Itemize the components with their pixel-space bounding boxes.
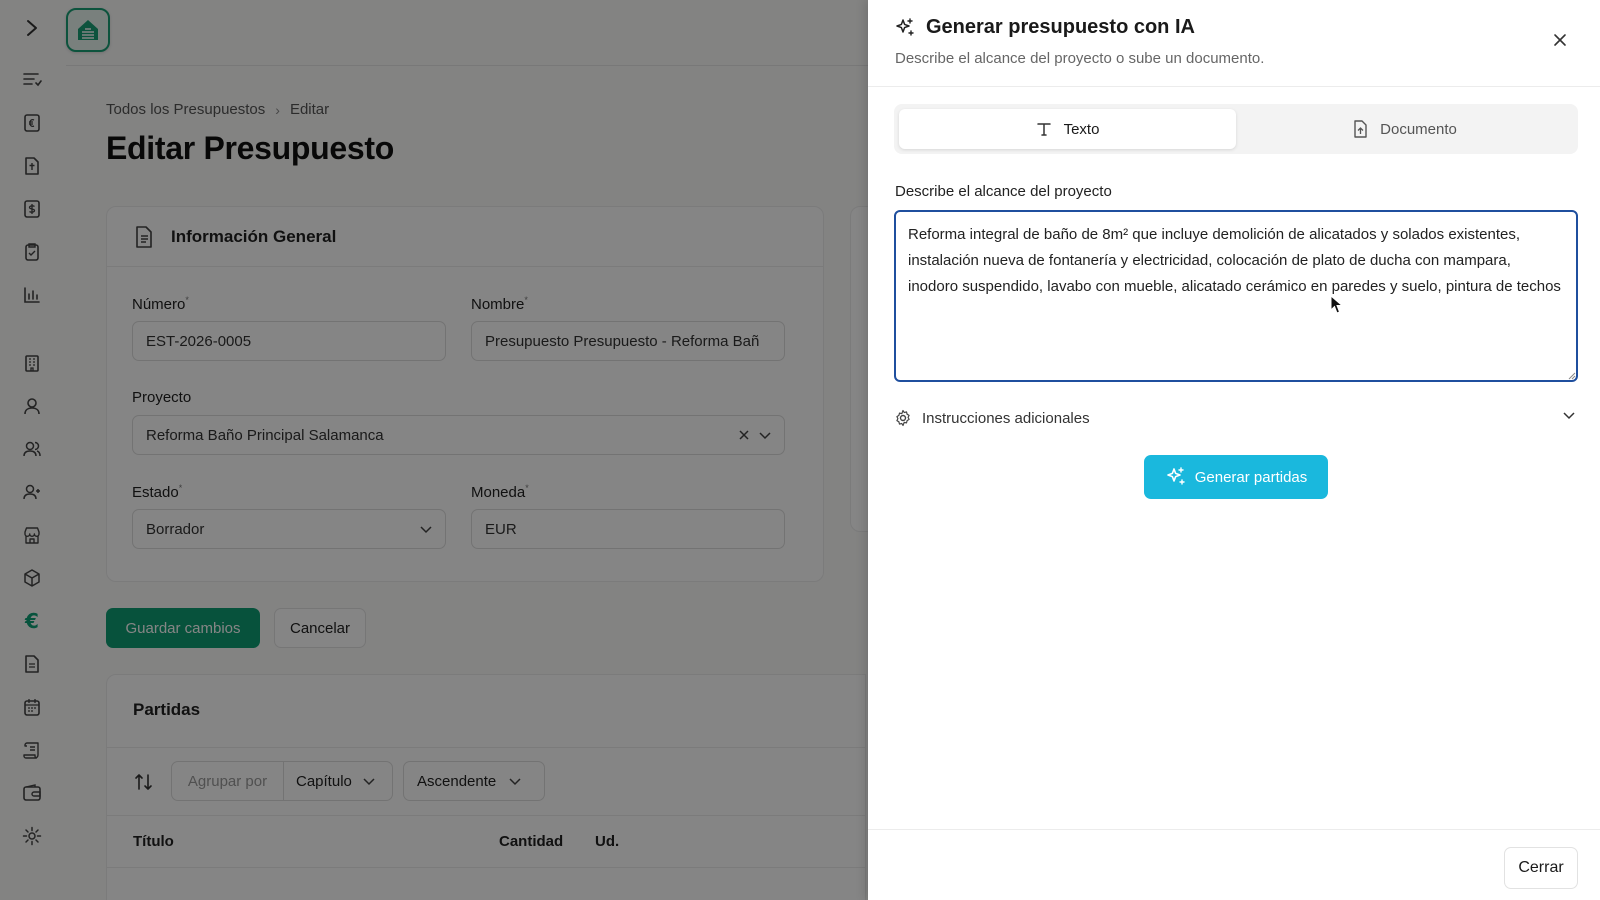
scope-label: Describe el alcance del proyecto bbox=[895, 183, 1112, 200]
text-icon bbox=[1036, 123, 1051, 136]
additional-instructions-toggle[interactable]: Instrucciones adicionales bbox=[894, 406, 1578, 430]
tab-texto-label: Texto bbox=[1063, 120, 1100, 138]
tab-documento[interactable]: Documento bbox=[1236, 109, 1573, 149]
close-icon[interactable] bbox=[1550, 30, 1570, 50]
modal-backdrop[interactable] bbox=[0, 0, 868, 900]
sparkles-icon bbox=[1166, 467, 1185, 485]
additional-instructions-label: Instrucciones adicionales bbox=[922, 409, 1090, 427]
resize-handle-icon[interactable] bbox=[1568, 372, 1576, 380]
tab-texto[interactable]: Texto bbox=[899, 109, 1236, 149]
input-mode-tabs: Texto Documento bbox=[894, 104, 1578, 154]
panel-header: Generar presupuesto con IA bbox=[894, 16, 1195, 39]
divider bbox=[868, 829, 1600, 830]
tab-documento-label: Documento bbox=[1380, 120, 1457, 138]
generate-items-label: Generar partidas bbox=[1194, 468, 1308, 486]
close-button[interactable]: Cerrar bbox=[1504, 847, 1578, 889]
divider bbox=[868, 86, 1600, 87]
ai-budget-panel: Generar presupuesto con IA Describe el a… bbox=[868, 0, 1600, 900]
mouse-cursor-icon bbox=[1330, 295, 1344, 314]
gear-icon bbox=[896, 409, 910, 427]
panel-subtitle: Describe el alcance del proyecto o sube … bbox=[895, 50, 1265, 67]
chevron-down-icon bbox=[1563, 412, 1575, 420]
generate-items-button[interactable]: Generar partidas bbox=[1144, 455, 1328, 499]
panel-title: Generar presupuesto con IA bbox=[926, 16, 1195, 38]
scope-textarea[interactable]: Reforma integral de baño de 8m² que incl… bbox=[894, 210, 1578, 382]
file-upload-icon bbox=[1354, 120, 1367, 138]
sparkles-icon bbox=[896, 17, 914, 36]
